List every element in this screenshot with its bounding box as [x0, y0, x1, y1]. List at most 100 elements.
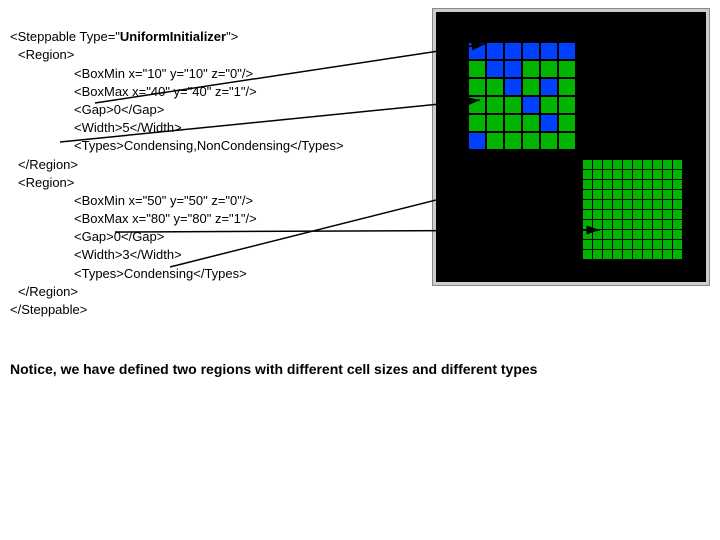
- grid-cell: [541, 43, 557, 59]
- grid-cell: [469, 61, 485, 77]
- grid-cell: [623, 170, 632, 179]
- grid-cell: [559, 79, 575, 95]
- grid-cell: [633, 240, 642, 249]
- grid-cell: [583, 250, 592, 259]
- grid-cell: [643, 200, 652, 209]
- grid-cell: [583, 200, 592, 209]
- grid-cell: [469, 43, 485, 59]
- grid-cell: [663, 230, 672, 239]
- grid-cell: [643, 190, 652, 199]
- grid-cell: [613, 180, 622, 189]
- grid-cell: [673, 250, 682, 259]
- grid-cell: [653, 220, 662, 229]
- grid-cell: [643, 180, 652, 189]
- grid-cell: [603, 220, 612, 229]
- grid-cell: [663, 220, 672, 229]
- grid-cell: [613, 240, 622, 249]
- grid-cell: [663, 160, 672, 169]
- grid-cell: [487, 97, 503, 113]
- grid-cell: [613, 170, 622, 179]
- grid-cell: [633, 200, 642, 209]
- grid-cell: [643, 160, 652, 169]
- grid-cell: [613, 200, 622, 209]
- grid-cell: [673, 180, 682, 189]
- grid-cell: [673, 160, 682, 169]
- line-2: <Region>: [10, 46, 74, 64]
- grid-cell: [633, 160, 642, 169]
- simulation-preview: [432, 8, 710, 286]
- grid-cell: [653, 160, 662, 169]
- grid-cell: [663, 210, 672, 219]
- grid-cell: [673, 170, 682, 179]
- grid-cell: [593, 230, 602, 239]
- grid-cell: [673, 200, 682, 209]
- grid-cell: [559, 97, 575, 113]
- grid-cell: [559, 115, 575, 131]
- grid-cell: [663, 180, 672, 189]
- grid-cell: [593, 240, 602, 249]
- grid-cell: [541, 115, 557, 131]
- line-13: <Width>3</Width>: [10, 246, 182, 264]
- grid-cell: [613, 220, 622, 229]
- grid-cell: [633, 220, 642, 229]
- line-15: </Region>: [10, 283, 78, 301]
- grid-cell: [633, 250, 642, 259]
- line-4: <BoxMax x="40" y="40" z="1"/>: [10, 83, 257, 101]
- grid-cell: [613, 160, 622, 169]
- grid-cell: [643, 170, 652, 179]
- grid-cell: [613, 210, 622, 219]
- grid-cell: [633, 170, 642, 179]
- grid-cell: [505, 43, 521, 59]
- grid-cell: [593, 160, 602, 169]
- grid-cell: [523, 97, 539, 113]
- grid-cell: [623, 240, 632, 249]
- grid-cell: [541, 79, 557, 95]
- grid-cell: [653, 240, 662, 249]
- line-1: <Steppable Type="UniformInitializer">: [10, 29, 238, 44]
- grid-cell: [673, 230, 682, 239]
- grid-cell: [623, 190, 632, 199]
- grid-cell: [593, 170, 602, 179]
- line-12: <Gap>0</Gap>: [10, 228, 164, 246]
- line-11: <BoxMax x="80" y="80" z="1"/>: [10, 210, 257, 228]
- grid-cell: [487, 61, 503, 77]
- grid-cell: [603, 190, 612, 199]
- line-6: <Width>5</Width>: [10, 119, 182, 137]
- line-16: </Steppable>: [10, 302, 87, 317]
- grid-cell: [505, 115, 521, 131]
- grid-cell: [505, 61, 521, 77]
- simulation-canvas: [436, 12, 706, 282]
- grid-cell: [633, 210, 642, 219]
- grid-cell: [663, 190, 672, 199]
- grid-cell: [469, 115, 485, 131]
- grid-cell: [593, 190, 602, 199]
- grid-cell: [673, 190, 682, 199]
- grid-cell: [603, 180, 612, 189]
- grid-cell: [623, 210, 632, 219]
- grid-cell: [623, 220, 632, 229]
- line-10: <BoxMin x="50" y="50" z="0"/>: [10, 192, 253, 210]
- grid-cell: [487, 115, 503, 131]
- grid-cell: [643, 240, 652, 249]
- grid-cell: [673, 210, 682, 219]
- grid-cell: [663, 170, 672, 179]
- grid-cell: [653, 200, 662, 209]
- grid-cell: [523, 115, 539, 131]
- grid-cell: [653, 210, 662, 219]
- caption-text: Notice, we have defined two regions with…: [10, 361, 710, 377]
- grid-cell: [469, 97, 485, 113]
- grid-cell: [523, 61, 539, 77]
- grid-cell: [523, 79, 539, 95]
- grid-cell: [613, 230, 622, 239]
- grid-cell: [653, 230, 662, 239]
- grid-cell: [583, 210, 592, 219]
- line-14: <Types>Condensing</Types>: [10, 265, 247, 283]
- grid-cell: [623, 160, 632, 169]
- grid-cell: [643, 220, 652, 229]
- grid-cell: [633, 190, 642, 199]
- grid-cell: [541, 61, 557, 77]
- grid-cell: [653, 180, 662, 189]
- grid-cell: [643, 230, 652, 239]
- line-7: <Types>Condensing,NonCondensing</Types>: [10, 137, 344, 155]
- grid-cell: [633, 180, 642, 189]
